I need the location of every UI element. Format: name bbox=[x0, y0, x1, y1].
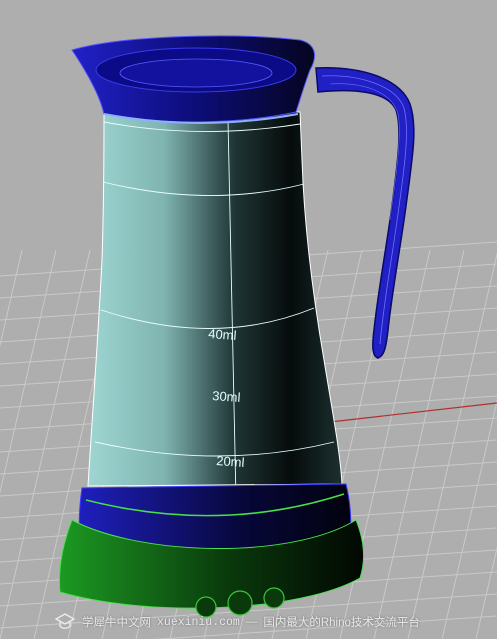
watermark-separator: — bbox=[245, 616, 258, 628]
mark-20ml-label: 20ml bbox=[216, 453, 245, 470]
grid-line bbox=[407, 252, 497, 639]
site-watermark: 学犀牛中文网 xuexiniu.com — 国内最大的Rhino技术交流平台 bbox=[54, 609, 494, 635]
rhino-3d-viewport[interactable]: 40ml 30ml 20ml bbox=[0, 0, 497, 639]
mark-40ml-label: 40ml bbox=[208, 326, 237, 343]
handle-wire bbox=[329, 83, 400, 221]
start-button[interactable] bbox=[263, 587, 285, 609]
kettle-body[interactable] bbox=[87, 111, 343, 487]
mark-30ml-label: 30ml bbox=[212, 388, 241, 405]
watermark-slogan: 国内最大的Rhino技术交流平台 bbox=[263, 617, 420, 629]
lid-inner bbox=[119, 58, 273, 88]
watermark-name: 学犀牛中文网 bbox=[82, 617, 151, 629]
scholar-logo-icon bbox=[54, 613, 76, 629]
watermark-site: xuexiniu.com bbox=[157, 615, 240, 629]
